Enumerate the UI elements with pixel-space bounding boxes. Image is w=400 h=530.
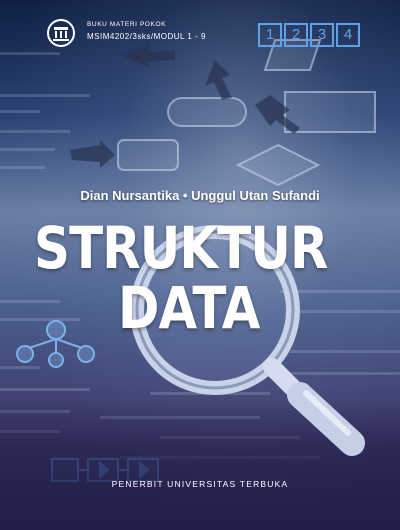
university-logo-icon (47, 19, 75, 47)
title-line-1: STRUKTUR (34, 214, 328, 282)
network-icon (16, 320, 95, 368)
module-box-1: 1 (258, 23, 282, 47)
module-box-4: 4 (336, 23, 360, 47)
series-label: BUKU MATERI POKOK (87, 21, 167, 28)
module-box-2: 2 (284, 23, 308, 47)
title-line-2: DATA (118, 274, 260, 342)
book-cover: BUKU MATERI POKOK MSIM4202/3sks/MODUL 1 … (0, 0, 400, 530)
course-code: MSIM4202/3sks/MODUL 1 - 9 (87, 32, 206, 41)
module-numbers: 1 2 3 4 (258, 23, 362, 47)
authors: Dian Nursantika • Unggul Utan Sufandi (80, 188, 320, 203)
publisher: PENERBIT UNIVERSITAS TERBUKA (111, 479, 289, 489)
course-meta: BUKU MATERI POKOK MSIM4202/3sks/MODUL 1 … (87, 21, 206, 41)
module-box-3: 3 (310, 23, 334, 47)
